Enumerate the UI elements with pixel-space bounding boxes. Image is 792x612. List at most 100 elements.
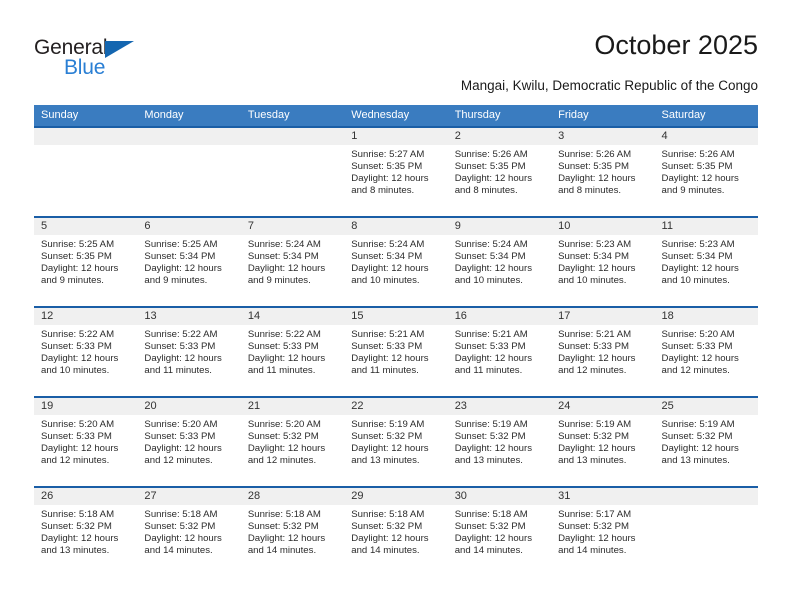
day-number: 22	[344, 398, 448, 415]
page-title: October 2025	[594, 30, 758, 60]
daylight-text-line2: and 10 minutes.	[351, 274, 420, 286]
sunrise-text: Sunrise: 5:18 AM	[144, 509, 218, 520]
calendar-week-row: 19 Sunrise: 5:20 AM Sunset: 5:33 PM Dayligh…	[34, 396, 758, 486]
day-details: Sunrise: 5:20 AM Sunset: 5:33 PM Daylight:…	[655, 325, 758, 377]
daylight-text-line1: Daylight: 12 hours	[351, 532, 429, 544]
page-header: General Blue October 2025 Mangai, Kwilu,…	[34, 30, 758, 100]
calendar-day-cell[interactable]: 9 Sunrise: 5:24 AM Sunset: 5:34 PM Daylight…	[447, 218, 552, 306]
logo-triangle-icon	[105, 41, 134, 58]
calendar-day-cell[interactable]: 18 Sunrise: 5:20 AM Sunset: 5:33 PM Dayligh…	[654, 308, 758, 396]
daylight-text-line1: Daylight: 12 hours	[454, 532, 533, 544]
calendar-day-cell[interactable]: 31 Sunrise: 5:17 AM Sunset: 5:32 PM Dayligh…	[551, 488, 655, 576]
calendar-day-cell[interactable]: 20 Sunrise: 5:20 AM Sunset: 5:33 PM Dayligh…	[137, 398, 241, 486]
calendar-day-cell[interactable]	[34, 128, 138, 216]
calendar-day-cell[interactable]: 30 Sunrise: 5:18 AM Sunset: 5:32 PM Dayligh…	[447, 488, 552, 576]
calendar-day-cell[interactable]: 27 Sunrise: 5:18 AM Sunset: 5:32 PM Dayligh…	[137, 488, 241, 576]
daylight-text-line1: Daylight: 12 hours	[351, 262, 429, 274]
calendar-day-cell[interactable]: 1 Sunrise: 5:27 AM Sunset: 5:35 PM Daylight…	[344, 128, 448, 216]
day-number: 10	[551, 218, 655, 235]
sunrise-text: Sunrise: 5:18 AM	[351, 509, 425, 520]
daylight-text-line1: Daylight: 12 hours	[41, 262, 119, 274]
calendar-day-cell[interactable]: 29 Sunrise: 5:18 AM Sunset: 5:32 PM Dayligh…	[344, 488, 448, 576]
day-number: 13	[137, 308, 241, 325]
daylight-text-line1: Daylight: 12 hours	[351, 442, 429, 454]
calendar-day-cell[interactable]: 3 Sunrise: 5:26 AM Sunset: 5:35 PM Daylight…	[551, 128, 655, 216]
calendar-day-cell[interactable]	[240, 128, 345, 216]
daylight-text-line1: Daylight: 12 hours	[144, 442, 222, 454]
daylight-text-line2: and 14 minutes.	[351, 544, 420, 556]
calendar-day-cell[interactable]: 22 Sunrise: 5:19 AM Sunset: 5:32 PM Dayligh…	[344, 398, 448, 486]
calendar-day-cell[interactable]: 24 Sunrise: 5:19 AM Sunset: 5:32 PM Dayligh…	[551, 398, 655, 486]
day-details: Sunrise: 5:18 AM Sunset: 5:32 PM Daylight:…	[448, 505, 551, 557]
day-details: Sunrise: 5:27 AM Sunset: 5:35 PM Daylight:…	[344, 145, 447, 197]
daylight-text-line2: and 11 minutes.	[247, 364, 316, 376]
sunrise-text: Sunrise: 5:21 AM	[558, 329, 632, 340]
day-number	[34, 128, 138, 145]
sunrise-text: Sunrise: 5:26 AM	[558, 149, 632, 160]
calendar-day-cell[interactable]: 28 Sunrise: 5:18 AM Sunset: 5:32 PM Dayligh…	[240, 488, 345, 576]
day-number: 26	[34, 488, 138, 505]
calendar-day-cell[interactable]: 17 Sunrise: 5:21 AM Sunset: 5:33 PM Dayligh…	[551, 308, 655, 396]
day-details: Sunrise: 5:20 AM Sunset: 5:32 PM Daylight:…	[241, 415, 344, 467]
sunrise-text: Sunrise: 5:24 AM	[247, 239, 321, 250]
sunset-text: Sunset: 5:33 PM	[247, 340, 319, 352]
calendar-day-cell[interactable]: 4 Sunrise: 5:26 AM Sunset: 5:35 PM Daylight…	[654, 128, 758, 216]
calendar-day-cell[interactable]	[654, 488, 758, 576]
day-number: 15	[344, 308, 448, 325]
calendar-day-cell[interactable]: 19 Sunrise: 5:20 AM Sunset: 5:33 PM Dayligh…	[34, 398, 138, 486]
calendar-day-cell[interactable]: 25 Sunrise: 5:19 AM Sunset: 5:32 PM Dayligh…	[654, 398, 758, 486]
calendar-day-cell[interactable]: 6 Sunrise: 5:25 AM Sunset: 5:34 PM Daylight…	[137, 218, 241, 306]
daylight-text-line2: and 9 minutes.	[41, 274, 104, 286]
sunset-text: Sunset: 5:34 PM	[661, 250, 733, 262]
calendar-day-cell[interactable]: 14 Sunrise: 5:22 AM Sunset: 5:33 PM Dayligh…	[240, 308, 345, 396]
general-blue-logo[interactable]: General Blue	[34, 36, 214, 92]
sunset-text: Sunset: 5:33 PM	[144, 340, 216, 352]
day-details: Sunrise: 5:18 AM Sunset: 5:32 PM Daylight:…	[34, 505, 137, 557]
calendar-day-cell[interactable]: 12 Sunrise: 5:22 AM Sunset: 5:33 PM Dayligh…	[34, 308, 138, 396]
day-details: Sunrise: 5:25 AM Sunset: 5:35 PM Daylight:…	[34, 235, 137, 287]
calendar-day-cell[interactable]: 16 Sunrise: 5:21 AM Sunset: 5:33 PM Dayligh…	[447, 308, 552, 396]
calendar-day-cell[interactable]	[137, 128, 241, 216]
sunset-text: Sunset: 5:33 PM	[661, 340, 733, 352]
daylight-text-line1: Daylight: 12 hours	[558, 352, 636, 364]
daylight-text-line2: and 12 minutes.	[144, 454, 213, 466]
sunrise-text: Sunrise: 5:24 AM	[454, 239, 528, 250]
calendar-day-cell[interactable]: 5 Sunrise: 5:25 AM Sunset: 5:35 PM Daylight…	[34, 218, 138, 306]
daylight-text-line2: and 8 minutes.	[558, 184, 622, 196]
calendar-day-cell[interactable]: 7 Sunrise: 5:24 AM Sunset: 5:34 PM Daylight…	[240, 218, 345, 306]
day-number	[654, 488, 758, 505]
calendar-day-cell[interactable]: 8 Sunrise: 5:24 AM Sunset: 5:34 PM Daylight…	[344, 218, 448, 306]
calendar-week-row: 26 Sunrise: 5:18 AM Sunset: 5:32 PM Dayligh…	[34, 486, 758, 576]
weekday-header-friday: Friday	[558, 109, 589, 121]
weekday-header-sunday: Sunday	[41, 109, 79, 121]
calendar-day-cell[interactable]: 11 Sunrise: 5:23 AM Sunset: 5:34 PM Dayligh…	[654, 218, 758, 306]
day-number: 5	[34, 218, 138, 235]
day-details: Sunrise: 5:26 AM Sunset: 5:35 PM Daylight:…	[551, 145, 654, 197]
daylight-text-line2: and 12 minutes.	[247, 454, 317, 466]
calendar-day-cell[interactable]: 15 Sunrise: 5:21 AM Sunset: 5:33 PM Dayligh…	[344, 308, 448, 396]
sunrise-text: Sunrise: 5:17 AM	[558, 509, 632, 520]
sunset-text: Sunset: 5:34 PM	[351, 250, 423, 262]
day-number: 30	[447, 488, 552, 505]
day-details: Sunrise: 5:24 AM Sunset: 5:34 PM Daylight:…	[448, 235, 551, 287]
day-number: 29	[344, 488, 448, 505]
calendar-day-cell[interactable]: 13 Sunrise: 5:22 AM Sunset: 5:33 PM Dayligh…	[137, 308, 241, 396]
calendar-day-cell[interactable]: 21 Sunrise: 5:20 AM Sunset: 5:32 PM Dayligh…	[240, 398, 345, 486]
sunset-text: Sunset: 5:33 PM	[41, 340, 112, 352]
sunrise-text: Sunrise: 5:22 AM	[144, 329, 218, 340]
sunset-text: Sunset: 5:33 PM	[351, 340, 423, 352]
day-details: Sunrise: 5:24 AM Sunset: 5:34 PM Daylight:…	[344, 235, 447, 287]
sunset-text: Sunset: 5:34 PM	[558, 250, 630, 262]
sunset-text: Sunset: 5:32 PM	[351, 520, 423, 532]
day-number: 19	[34, 398, 138, 415]
calendar-day-cell[interactable]: 23 Sunrise: 5:19 AM Sunset: 5:32 PM Dayligh…	[447, 398, 552, 486]
calendar-day-cell[interactable]: 26 Sunrise: 5:18 AM Sunset: 5:32 PM Dayligh…	[34, 488, 138, 576]
day-number: 4	[654, 128, 758, 145]
page-subtitle: Mangai, Kwilu, Democratic Republic of th…	[460, 78, 758, 93]
sunset-text: Sunset: 5:34 PM	[144, 250, 216, 262]
day-details: Sunrise: 5:18 AM Sunset: 5:32 PM Daylight:…	[344, 505, 447, 557]
calendar-day-cell[interactable]: 2 Sunrise: 5:26 AM Sunset: 5:35 PM Daylight…	[447, 128, 552, 216]
sunrise-text: Sunrise: 5:18 AM	[247, 509, 321, 520]
day-number: 6	[137, 218, 241, 235]
calendar-day-cell[interactable]: 10 Sunrise: 5:23 AM Sunset: 5:34 PM Dayligh…	[551, 218, 655, 306]
